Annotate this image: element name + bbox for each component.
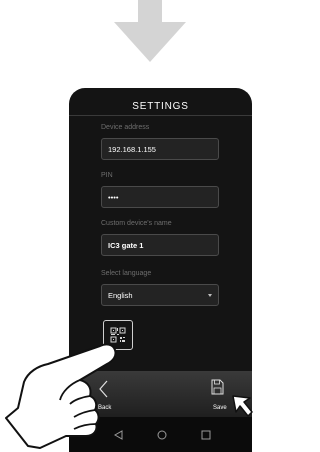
mouse-cursor-icon bbox=[232, 395, 253, 417]
